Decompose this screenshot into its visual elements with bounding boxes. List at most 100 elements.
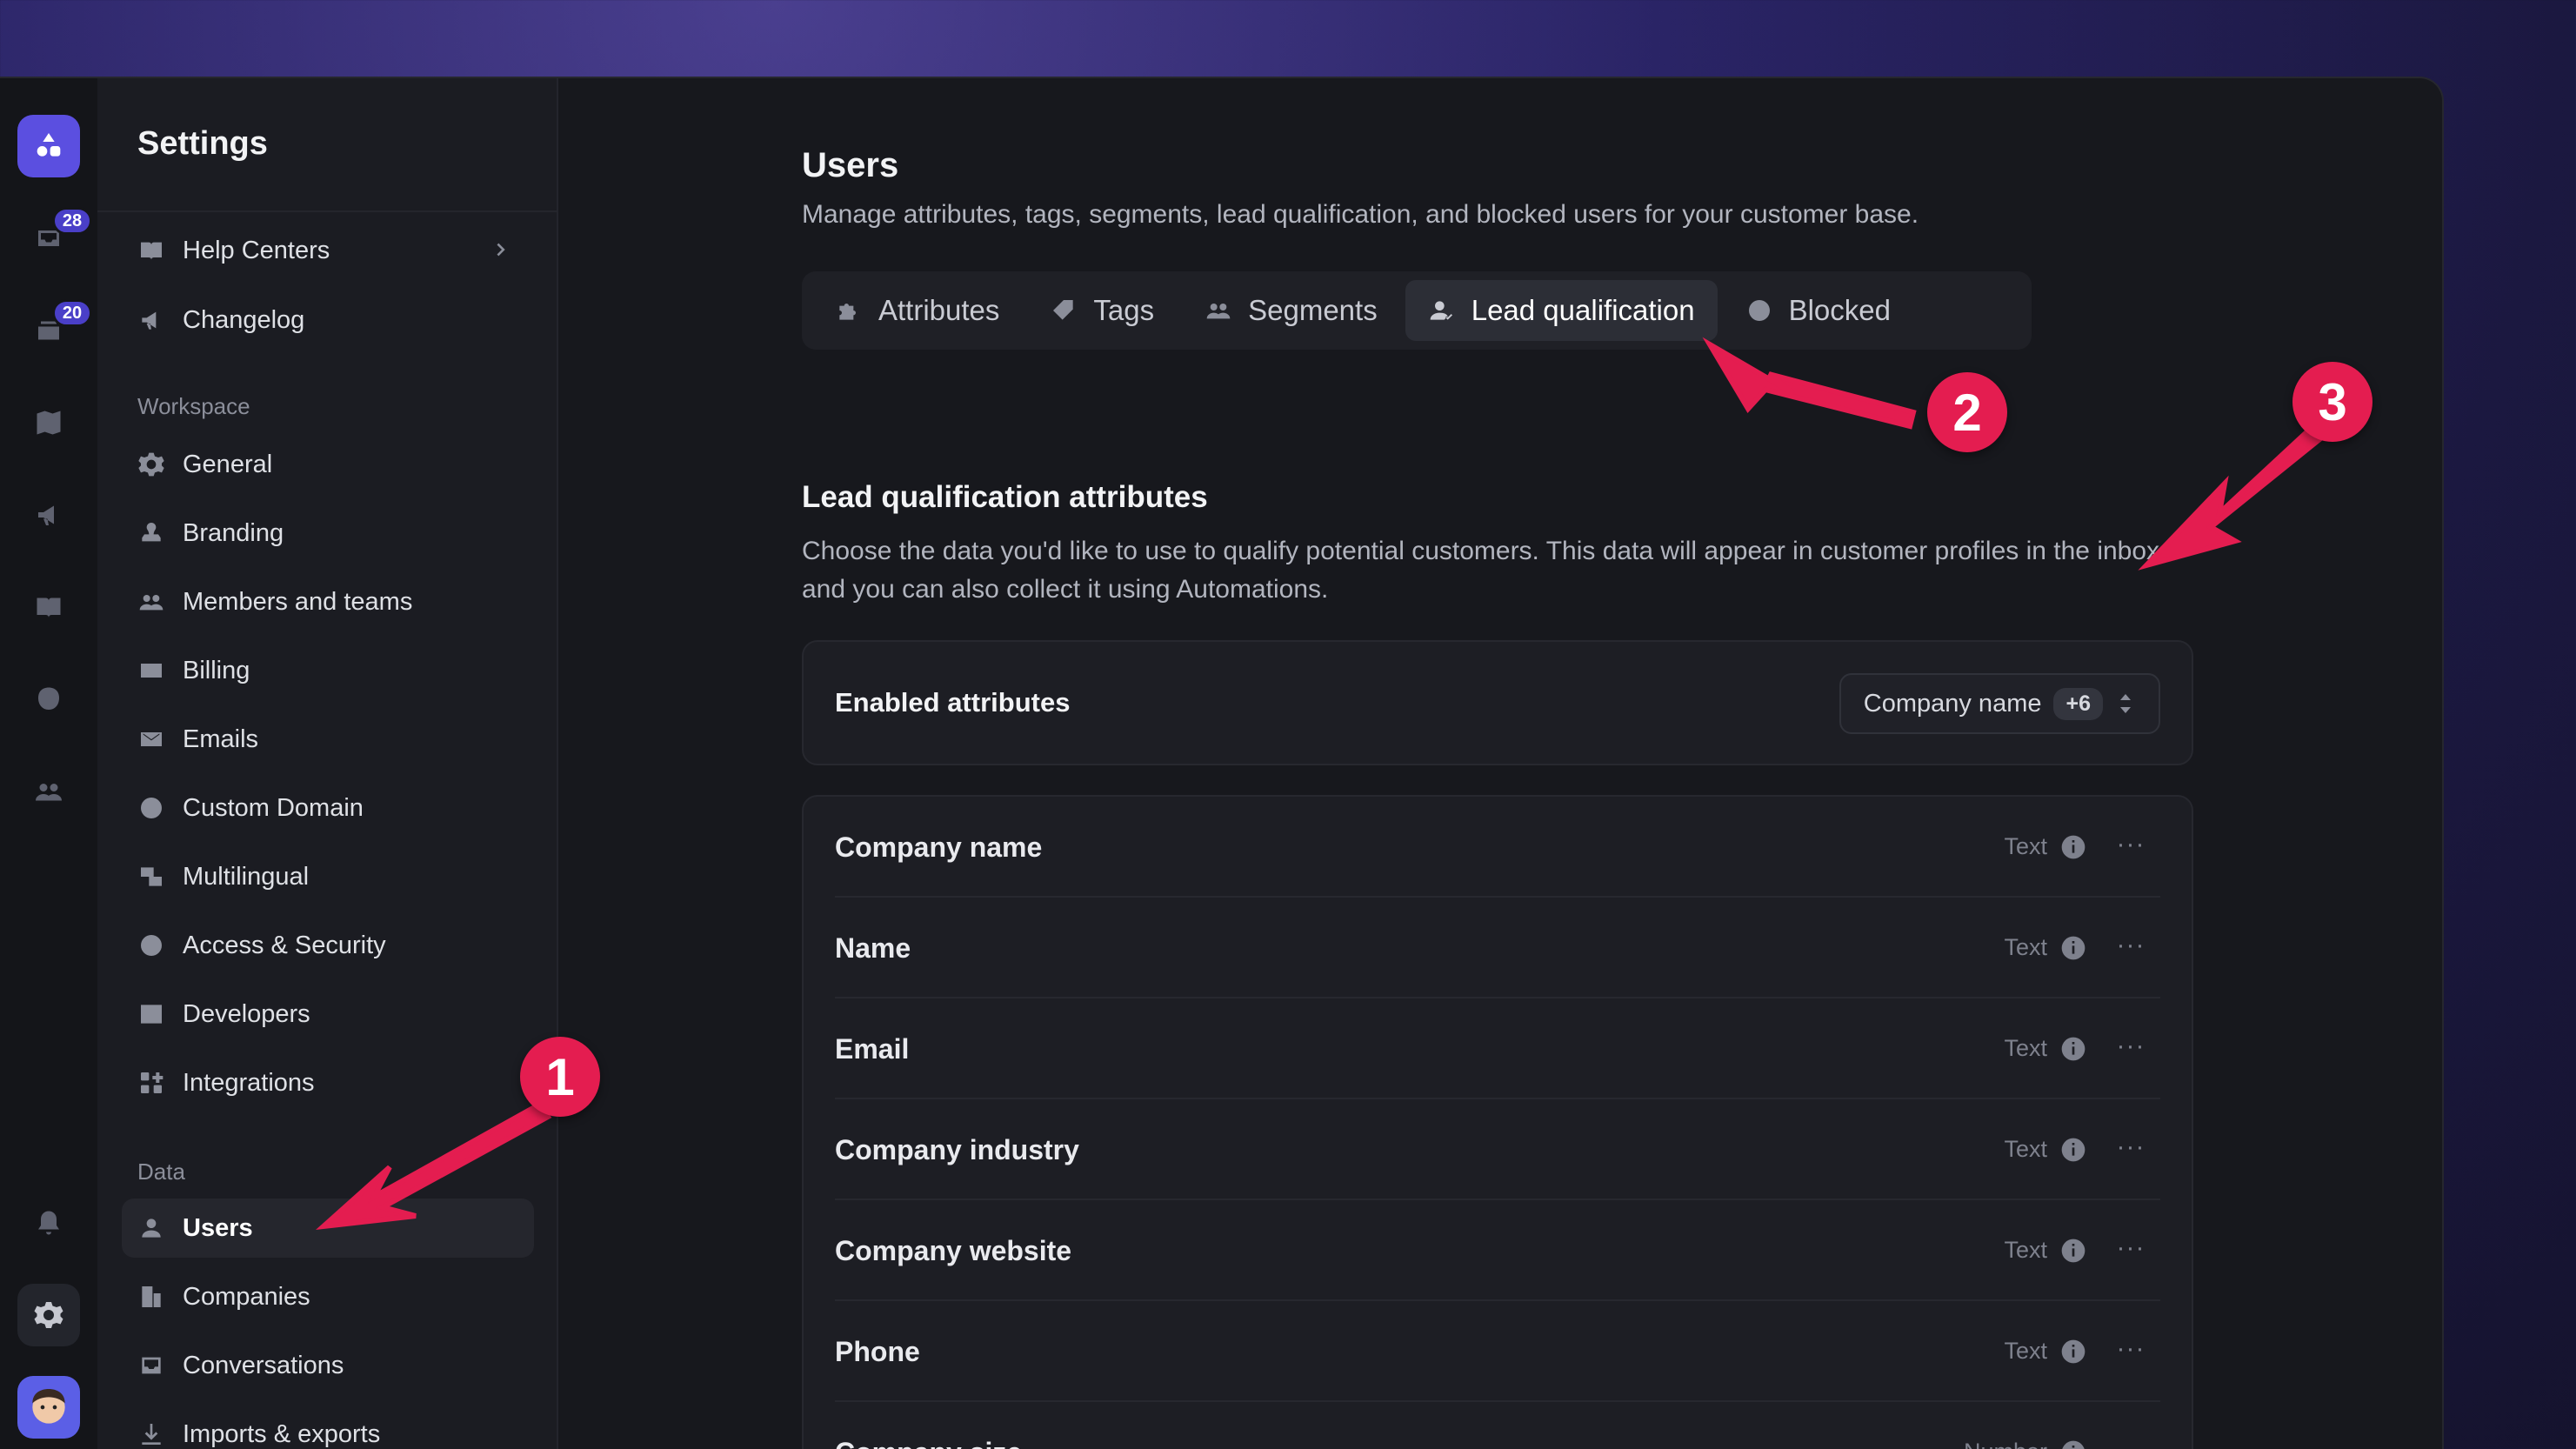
rail-bot[interactable] — [17, 668, 80, 731]
info-icon[interactable] — [2059, 1439, 2087, 1449]
attribute-row: Company industry Text ··· — [835, 1099, 2160, 1200]
user-icon — [142, 1219, 161, 1238]
globe-icon — [141, 798, 162, 818]
attribute-row: Company name Text ··· — [835, 797, 2160, 898]
sidebar-item-help-centers[interactable]: Help Centers — [122, 221, 534, 280]
info-icon[interactable] — [2059, 1338, 2087, 1366]
tab-tags[interactable]: Tags — [1027, 280, 1177, 341]
users-icon — [139, 595, 164, 611]
rail-notifications[interactable] — [17, 1192, 80, 1254]
tab-label: Attributes — [878, 294, 1000, 326]
attribute-type: Text — [2004, 833, 2047, 859]
book-icon — [141, 242, 162, 260]
sidebar-section-workspace: Workspace — [137, 393, 250, 419]
megaphone-icon — [38, 505, 54, 525]
puzzle-icon — [839, 304, 856, 320]
attribute-type: Number — [1964, 1439, 2047, 1449]
user-avatar[interactable] — [17, 1376, 80, 1439]
tab-lead-qualification[interactable]: Lead qualification — [1405, 280, 1718, 341]
bell-icon — [38, 1211, 59, 1235]
sidebar-item-label: Help Centers — [183, 236, 330, 264]
annotation-marker-2: 2 — [1927, 372, 2007, 452]
sidebar-item-imports-exports[interactable]: Imports & exports — [122, 1405, 534, 1449]
attribute-row: Phone Text ··· — [835, 1301, 2160, 1402]
stamp-icon — [142, 523, 161, 542]
more-options-button[interactable]: ··· — [2113, 1132, 2148, 1162]
main-content: Users Manage attributes, tags, segments,… — [558, 78, 2442, 1449]
sidebar-item-companies[interactable]: Companies — [122, 1267, 534, 1326]
sidebar-item-developers[interactable]: Developers — [122, 985, 534, 1044]
more-options-button[interactable]: ··· — [2113, 830, 2148, 859]
sidebar-item-label: Imports & exports — [183, 1419, 381, 1448]
attribute-name: Phone — [835, 1336, 920, 1367]
attribute-type: Text — [2004, 934, 2047, 960]
sidebar-item-label: Custom Domain — [183, 793, 364, 822]
download-icon — [142, 1424, 161, 1445]
sidebar-item-users[interactable]: Users — [122, 1199, 534, 1258]
tab-segments[interactable]: Segments — [1182, 280, 1400, 341]
sidebar-item-general[interactable]: General — [122, 435, 534, 494]
rail-knowledge[interactable] — [17, 576, 80, 638]
info-icon[interactable] — [2059, 1035, 2087, 1063]
sidebar-item-changelog[interactable]: Changelog — [122, 290, 534, 350]
sidebar-item-label: Access & Security — [183, 931, 386, 959]
more-options-button[interactable]: ··· — [2113, 1334, 2148, 1364]
rail-map[interactable] — [17, 391, 80, 454]
sidebar-item-conversations[interactable]: Conversations — [122, 1336, 534, 1395]
attribute-type: Text — [2004, 1136, 2047, 1162]
sidebar-item-branding[interactable]: Branding — [122, 504, 534, 563]
user-check-icon — [1430, 301, 1452, 320]
chevron-up-down-icon — [2120, 694, 2131, 713]
sidebar-item-billing[interactable]: Billing — [122, 641, 534, 700]
attribute-name: Company industry — [835, 1134, 1079, 1165]
sidebar-section-data: Data — [137, 1159, 185, 1185]
annotation-marker-3: 3 — [2292, 362, 2372, 442]
building-icon — [142, 1286, 161, 1307]
sidebar-item-label: Members and teams — [183, 587, 413, 616]
sidebar-item-emails[interactable]: Emails — [122, 710, 534, 769]
icon-rail: 28 20 — [0, 78, 97, 1449]
enabled-attributes-select[interactable]: Company name +6 — [1839, 673, 2160, 734]
more-options-button[interactable]: ··· — [2113, 1435, 2148, 1449]
enabled-attributes-card: Enabled attributes Company name +6 — [802, 640, 2193, 765]
tab-attributes[interactable]: Attributes — [812, 280, 1022, 341]
sidebar-item-label: Emails — [183, 724, 259, 753]
rail-announcements[interactable] — [17, 484, 80, 546]
users-icon — [1206, 304, 1231, 319]
info-icon[interactable] — [2059, 833, 2087, 861]
inbox-icon — [142, 1357, 161, 1374]
more-options-button[interactable]: ··· — [2113, 1233, 2148, 1263]
bot-icon — [38, 687, 59, 710]
sidebar-item-custom-domain[interactable]: Custom Domain — [122, 778, 534, 838]
app-logo[interactable] — [17, 115, 80, 177]
sidebar-item-label: Branding — [183, 518, 284, 547]
rail-tray[interactable]: 20 — [17, 299, 92, 362]
more-options-button[interactable]: ··· — [2113, 931, 2148, 960]
info-icon[interactable] — [2059, 934, 2087, 962]
sidebar-item-members[interactable]: Members and teams — [122, 572, 534, 631]
rail-inbox[interactable]: 28 — [17, 207, 92, 270]
sidebar-item-multilingual[interactable]: Multilingual — [122, 847, 534, 906]
rail-settings[interactable] — [17, 1284, 80, 1346]
app-window: 28 20 Settings Help Centers Changelog Wo… — [0, 77, 2444, 1449]
sidebar-item-label: General — [183, 450, 273, 478]
inbox-count-badge: 28 — [52, 207, 92, 235]
attribute-row: Name Text ··· — [835, 898, 2160, 998]
section-title: Lead qualification attributes — [802, 480, 1208, 514]
tab-label: Blocked — [1788, 294, 1891, 326]
tab-blocked[interactable]: Blocked — [1723, 280, 1913, 341]
sidebar-item-label: Integrations — [183, 1068, 315, 1097]
sidebar-item-label: Changelog — [183, 305, 305, 334]
section-description: Choose the data you'd like to use to qua… — [802, 537, 2167, 604]
grid-plus-icon — [141, 1072, 164, 1093]
sidebar-item-integrations[interactable]: Integrations — [122, 1053, 534, 1112]
more-options-button[interactable]: ··· — [2113, 1032, 2148, 1061]
info-icon[interactable] — [2059, 1237, 2087, 1265]
sidebar-item-access-security[interactable]: Access & Security — [122, 916, 534, 975]
rail-contacts[interactable] — [17, 760, 80, 823]
info-icon[interactable] — [2059, 1136, 2087, 1164]
attribute-name: Email — [835, 1033, 910, 1065]
select-value: Company name — [1863, 689, 2042, 718]
logo-icon — [37, 133, 61, 157]
tag-icon — [1053, 300, 1074, 320]
